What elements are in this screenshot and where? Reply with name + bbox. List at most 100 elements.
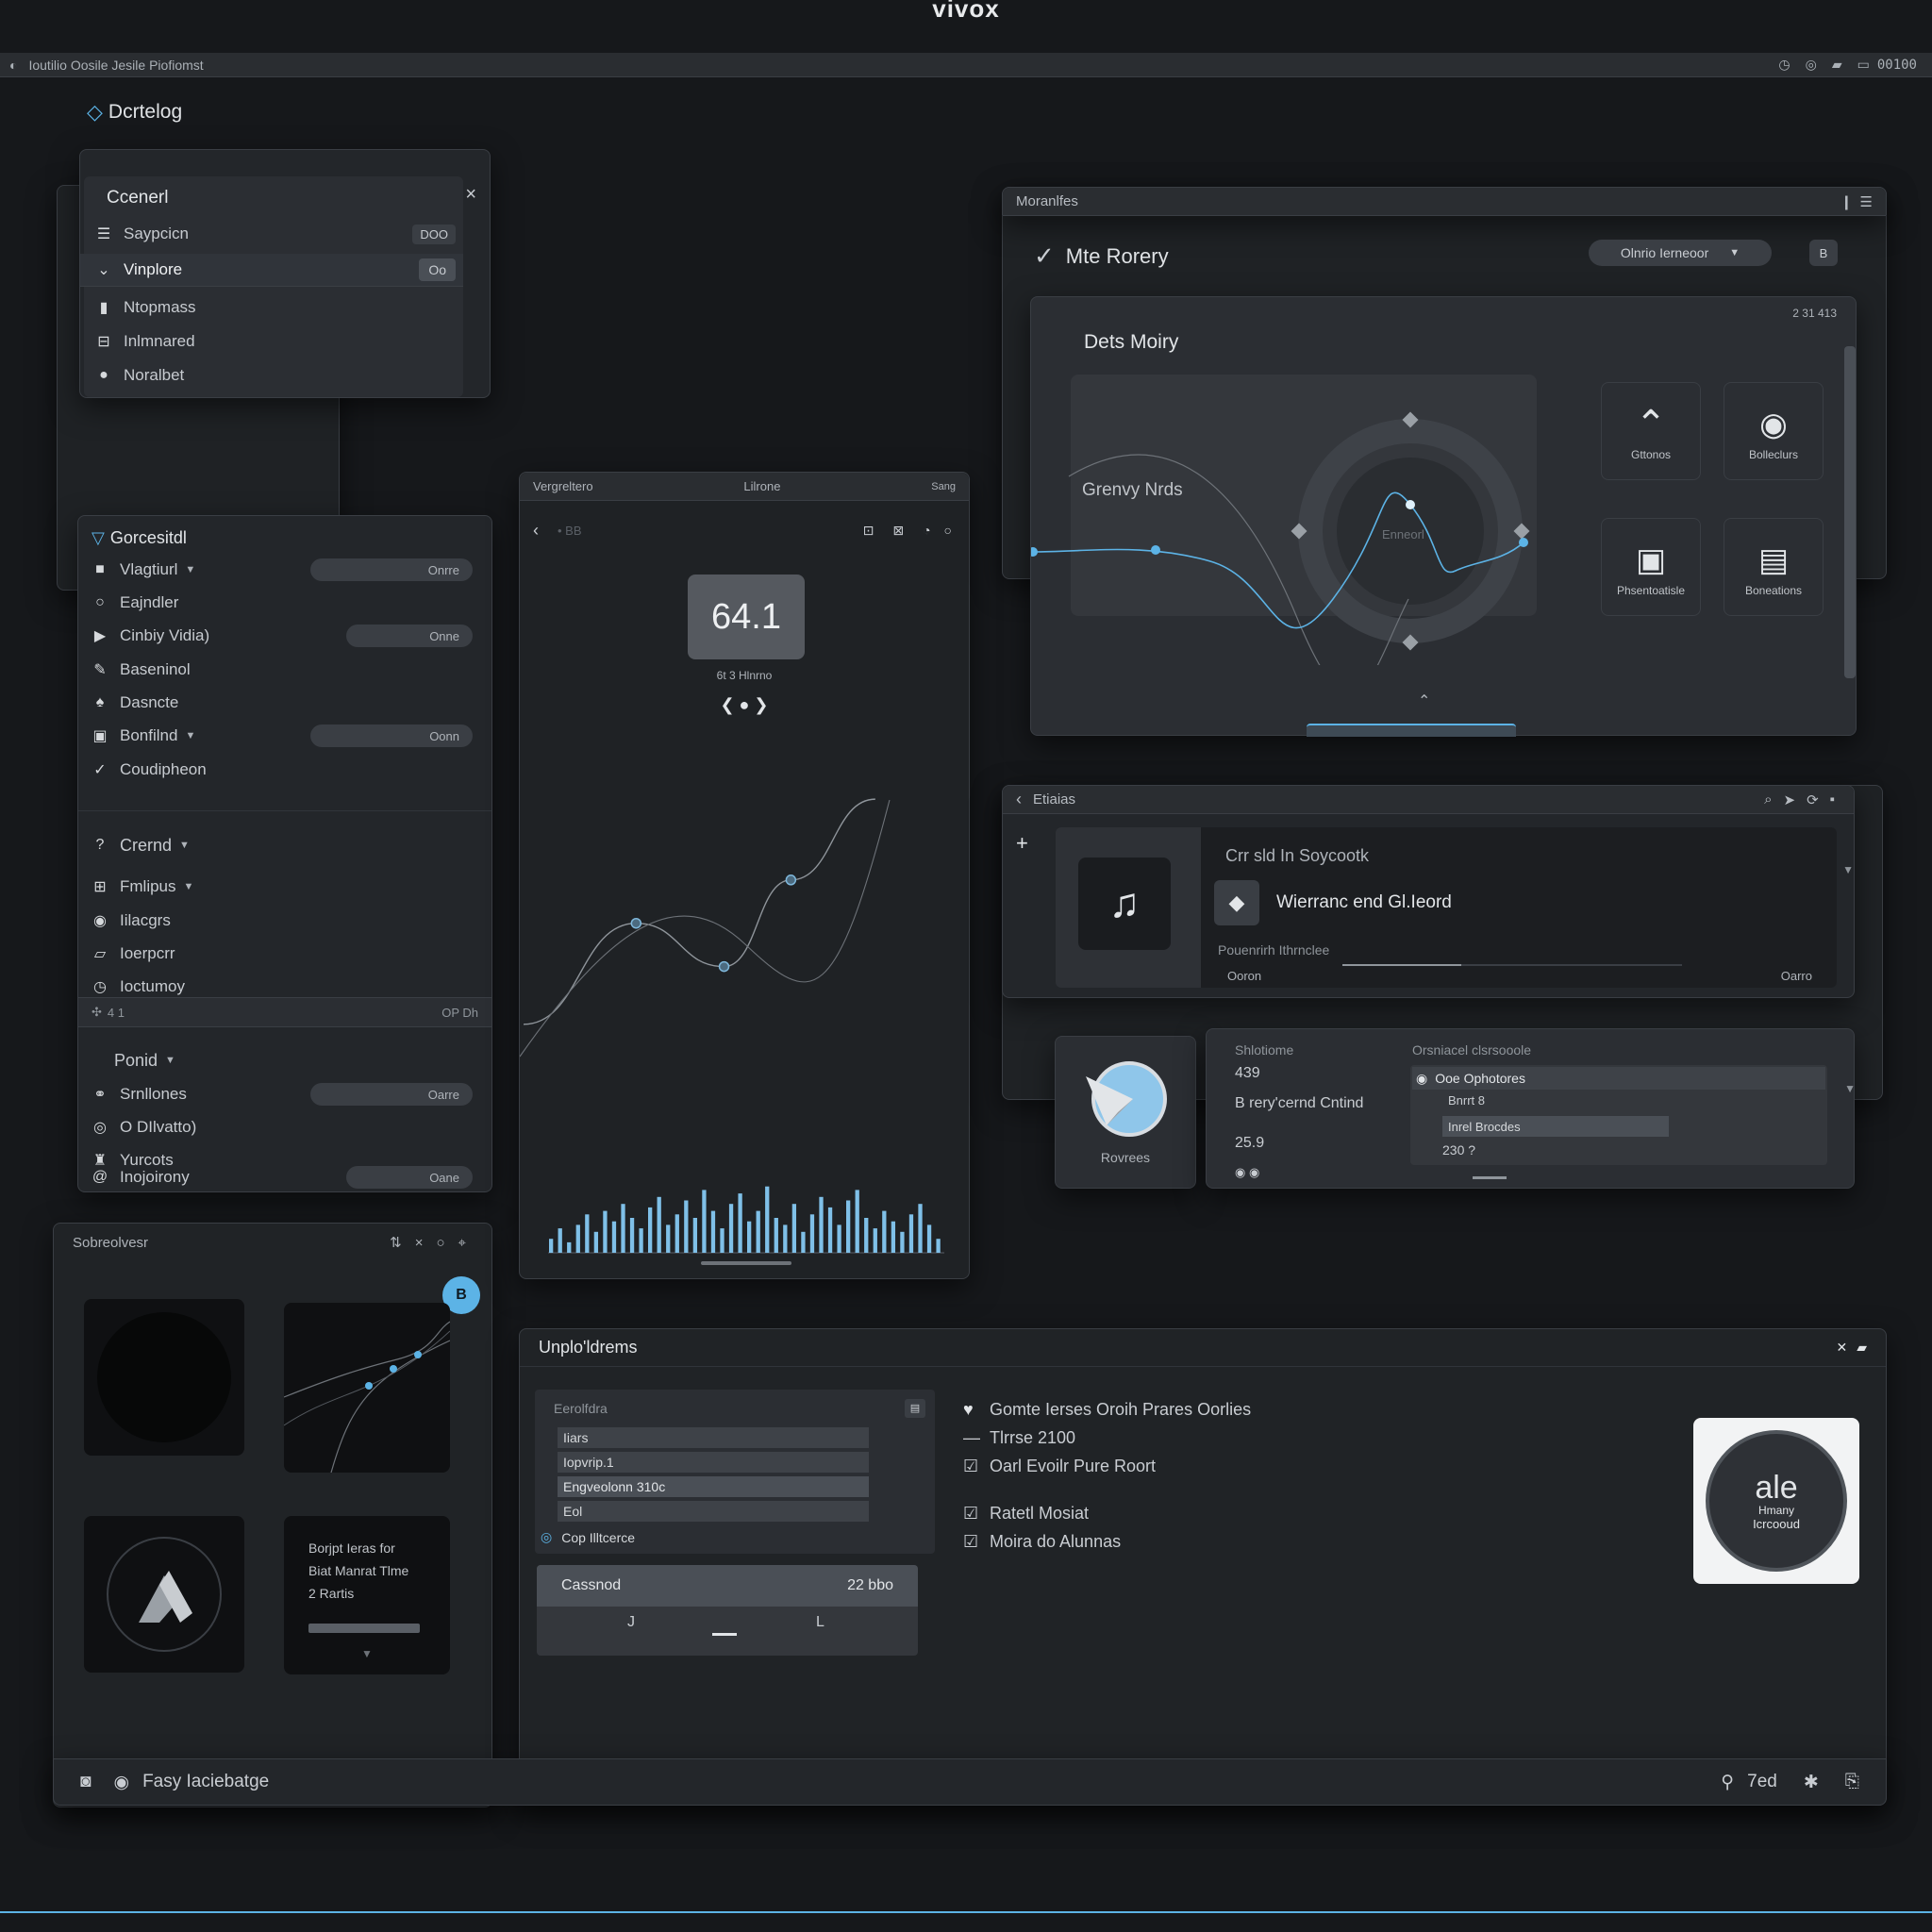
- general-item-4[interactable]: ● Noralbet: [80, 359, 490, 391]
- app-icon[interactable]: ◐: [9, 58, 17, 73]
- monitor-point-0: [1031, 547, 1038, 557]
- chevron-up-icon[interactable]: ⌃: [1418, 691, 1430, 710]
- thumb-logo[interactable]: [84, 1516, 244, 1673]
- list-item-2[interactable]: Engveolonn 310c: [558, 1476, 869, 1497]
- cursor-icon[interactable]: ➤: [1784, 791, 1796, 808]
- list-item-1[interactable]: Iopvrip.1: [558, 1452, 869, 1473]
- note-0[interactable]: ♥ Gomte Ierses Oroih Prares Oorlies: [963, 1395, 1251, 1424]
- circle-icon[interactable]: ○: [436, 1235, 444, 1251]
- general-item-badge[interactable]: Oo: [419, 258, 456, 281]
- group-title[interactable]: ? Crernd ▼: [78, 829, 491, 861]
- monitor-small-button[interactable]: B: [1809, 240, 1838, 266]
- general-item-3[interactable]: ⊟ Inlmnared: [80, 325, 490, 358]
- back-icon[interactable]: ‹: [533, 521, 539, 541]
- tray-display-icon[interactable]: ▭: [1857, 57, 1870, 73]
- note-3[interactable]: ☑ Ratetl Mosiat: [963, 1499, 1251, 1527]
- tile-1[interactable]: ◉ Bolleclurs: [1724, 382, 1824, 480]
- group2-item-1[interactable]: ◎ O DIlvatto): [78, 1111, 491, 1143]
- settings-item-5[interactable]: ▣ Bonfilnd ▼ Oonn: [78, 720, 491, 752]
- media-track-row[interactable]: ◆ Wierranc end Gl.Ieord: [1214, 880, 1452, 925]
- group2-item-3[interactable]: @ Inojoirony Oane: [78, 1161, 491, 1193]
- list-menu-icon[interactable]: ▤: [905, 1399, 925, 1418]
- general-item-0[interactable]: ☰ Saypcicn DOO: [80, 218, 490, 250]
- close-icon[interactable]: ×: [415, 1235, 424, 1251]
- chevron-down-icon[interactable]: ▼: [308, 1642, 425, 1665]
- record-icon[interactable]: ◉: [113, 1772, 129, 1793]
- toggle-row[interactable]: ◎ Cop Illtcerce: [541, 1529, 635, 1545]
- music-icon[interactable]: ♫: [1078, 858, 1171, 950]
- search-icon[interactable]: ⌕: [1764, 791, 1772, 808]
- monitor-dropdown[interactable]: Olnrio Ierneoor ▼: [1589, 240, 1772, 266]
- thumb-text-card[interactable]: Borjpt Ieras for Biat Manrat Tlme 2 Rart…: [284, 1516, 450, 1674]
- tile-0[interactable]: ⌃ Gttonos: [1601, 382, 1701, 480]
- menu-icon[interactable]: ☰: [1860, 193, 1873, 210]
- stats-app-card[interactable]: Rovrees: [1055, 1036, 1196, 1189]
- thumb-dark-circle[interactable]: [84, 1299, 244, 1456]
- general-item-2[interactable]: ▮ Ntopmass: [80, 291, 490, 324]
- col2-row-1[interactable]: Bnrrt 8: [1448, 1093, 1485, 1108]
- settings-item-3[interactable]: ✎ Baseninol: [78, 654, 491, 686]
- general-item-1[interactable]: ⌄ Vinplore Oo: [80, 254, 463, 286]
- settings-pill[interactable]: Onne: [346, 625, 473, 647]
- sort-icon[interactable]: ⇅: [390, 1234, 402, 1251]
- scrollbar[interactable]: [1844, 346, 1856, 678]
- lock-icon[interactable]: ⊠: [892, 523, 904, 539]
- media-progress-track[interactable]: [1342, 964, 1682, 966]
- tray-settings-icon[interactable]: ◎: [1806, 57, 1817, 73]
- folder-icon[interactable]: ▰: [1857, 1340, 1867, 1356]
- menu-icon[interactable]: ▪: [1830, 791, 1835, 808]
- settings-pill[interactable]: Onrre: [310, 558, 473, 581]
- settings-item-0[interactable]: ■ Vlagtiurl ▼ Onrre: [78, 554, 491, 586]
- note-2[interactable]: ☑ Oarl Evoilr Pure Roort: [963, 1452, 1251, 1480]
- settings-title[interactable]: ▽ Gorcesitdl: [78, 522, 491, 554]
- group-item-0[interactable]: ⊞ Fmlipus ▼: [78, 871, 491, 903]
- slider-thumb[interactable]: [712, 1633, 737, 1636]
- tray-clock-icon[interactable]: ◷: [1778, 57, 1790, 73]
- tile-2[interactable]: ▣ Phsentoatisle: [1601, 518, 1701, 616]
- thumb-curve[interactable]: [284, 1303, 450, 1473]
- plus-icon[interactable]: +: [1016, 831, 1028, 856]
- pause-icon[interactable]: ❙: [1840, 193, 1853, 210]
- chevron-down-icon[interactable]: ▼: [1844, 1082, 1856, 1095]
- settings-pill[interactable]: Oarre: [310, 1083, 473, 1106]
- settings-item-4[interactable]: ♠ Dasncte: [78, 687, 491, 719]
- share-icon[interactable]: ⊡: [863, 523, 874, 539]
- settings-item-1[interactable]: ○ Eajndler: [78, 587, 491, 619]
- bottom-tab[interactable]: [1307, 724, 1516, 737]
- list-item-0[interactable]: Iiars: [558, 1427, 869, 1448]
- chevron-down-icon[interactable]: ▼: [1842, 863, 1854, 876]
- settings-pill[interactable]: Oane: [346, 1166, 473, 1189]
- pager[interactable]: ❮ ● ❯: [520, 695, 969, 715]
- col2-row-2[interactable]: Inrel Brocdes: [1442, 1116, 1669, 1137]
- refresh-icon[interactable]: ◔: [923, 523, 930, 538]
- pin-icon[interactable]: ⌖: [458, 1235, 466, 1251]
- monitor-heading[interactable]: ✓ Mte Rorery: [1034, 242, 1169, 271]
- group-item-2[interactable]: ▱ Ioerpcrr: [78, 938, 491, 970]
- badge-card[interactable]: ale Hmany Icrcooud: [1693, 1418, 1859, 1584]
- menu-items[interactable]: Ioutilio Oosile Jesile Piofiomst: [28, 58, 203, 73]
- refresh-icon[interactable]: ⟳: [1807, 791, 1819, 808]
- tray-folder-icon[interactable]: ▰: [1832, 57, 1842, 73]
- settings-item-6[interactable]: ✓ Coudipheon: [78, 754, 491, 786]
- note-1[interactable]: — Tlrrse 2100: [963, 1424, 1251, 1452]
- list-item-3[interactable]: Eol: [558, 1501, 869, 1522]
- back-icon[interactable]: ‹: [1016, 790, 1022, 809]
- circle-icon[interactable]: ○: [944, 523, 952, 538]
- usb-icon[interactable]: ⚲: [1721, 1772, 1734, 1793]
- clipboard-icon[interactable]: ⎘: [1845, 1772, 1859, 1792]
- settings-pill[interactable]: Oonn: [310, 724, 473, 747]
- camera-icon[interactable]: ◙: [80, 1772, 91, 1792]
- collapse-icon[interactable]: ✕: [1836, 1340, 1847, 1356]
- puzzle-icon[interactable]: ✱: [1804, 1772, 1819, 1793]
- close-icon[interactable]: ×: [465, 184, 476, 206]
- col2-row-0[interactable]: ◉ Ooe Ophotores: [1412, 1067, 1825, 1090]
- settings-item-2[interactable]: ▶ Cinbiy Vidia) Onne: [78, 620, 491, 652]
- note-4[interactable]: ☑ Moira do Alunnas: [963, 1527, 1251, 1556]
- group2-title[interactable]: Ponid ▼: [78, 1044, 491, 1076]
- col2-row-3[interactable]: 230 ?: [1442, 1142, 1475, 1158]
- tile-3[interactable]: ▤ Boneations: [1724, 518, 1824, 616]
- group-item-1[interactable]: ◉ Iilacgrs: [78, 905, 491, 937]
- group2-item-0[interactable]: ⚭ Srnllones Oarre: [78, 1078, 491, 1110]
- radio-group[interactable]: ◉ ◉: [1235, 1165, 1259, 1180]
- catalog-header[interactable]: ◇ Dcrtelog: [87, 100, 182, 125]
